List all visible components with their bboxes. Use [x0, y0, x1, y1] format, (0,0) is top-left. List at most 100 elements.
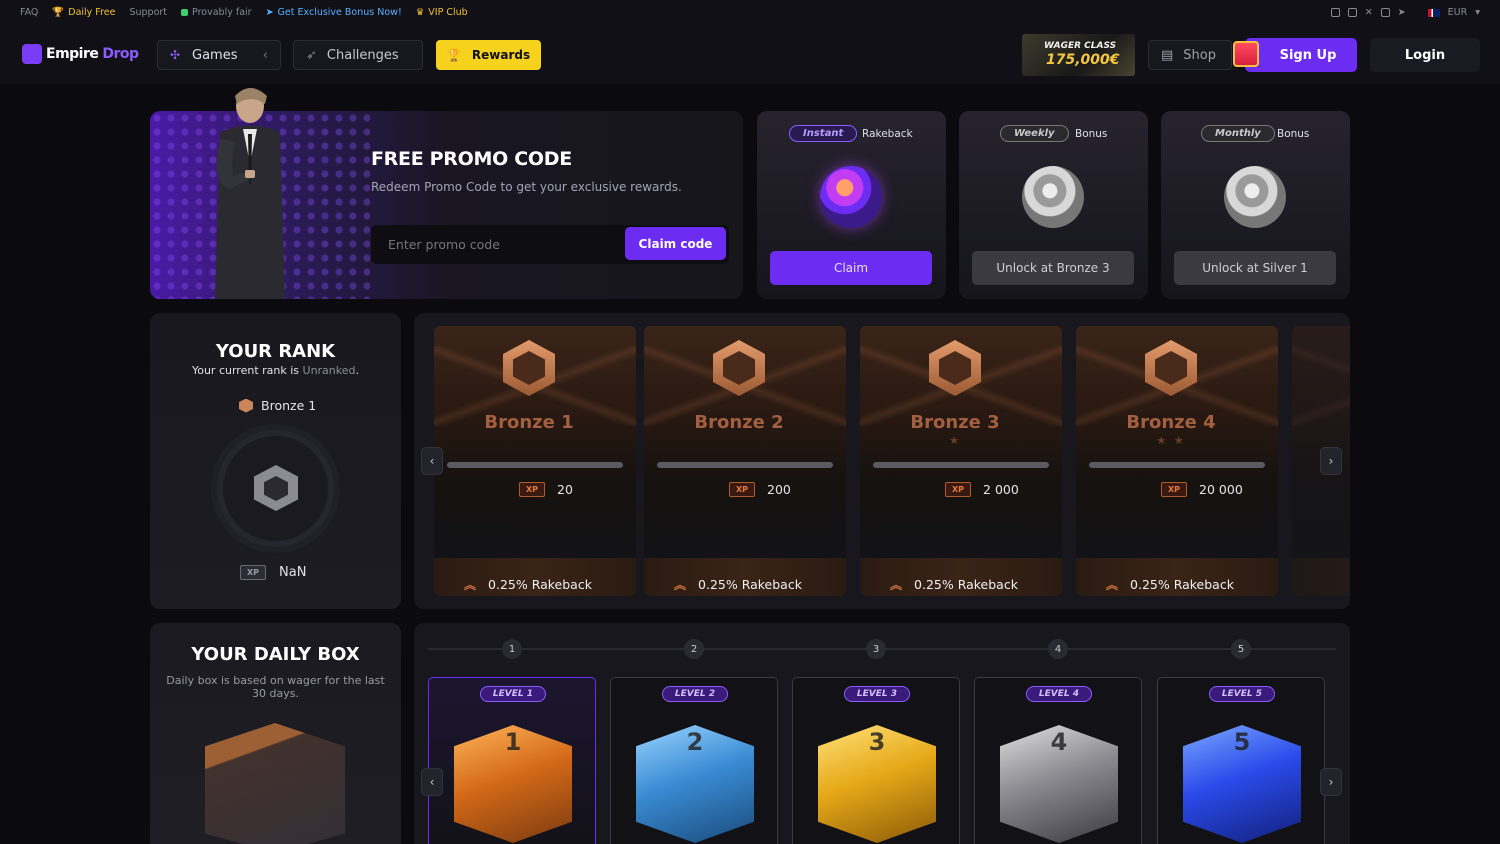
- level-box-card[interactable]: LEVEL 3 3: [792, 677, 960, 844]
- bonus-label: Get Exclusive Bonus Now!: [277, 7, 402, 18]
- level-pill: LEVEL 3: [844, 686, 910, 702]
- daily-free-link[interactable]: 🏆 Daily Free: [52, 7, 115, 18]
- level-step: 3: [866, 639, 886, 659]
- rank-name: Bronze 3: [910, 412, 1000, 433]
- chevrons-up-icon: ︽: [464, 578, 477, 592]
- currency-select[interactable]: EUR: [1448, 7, 1468, 18]
- games-button[interactable]: ✣ Games ‹: [157, 40, 281, 70]
- box-number: 4: [1050, 728, 1068, 756]
- rank-card: Bronze 4 ★ ★ XP 20 000 ︽ 0.25% Rakeback: [1076, 326, 1278, 596]
- unlock-weekly-button[interactable]: Unlock at Bronze 3: [972, 251, 1134, 285]
- xp-tag: XP: [240, 565, 267, 580]
- promo-subtitle: Redeem Promo Code to get your exclusive …: [371, 180, 682, 194]
- telegram-social-icon[interactable]: ➤: [1398, 7, 1406, 18]
- level-box-card[interactable]: LEVEL 4 4: [974, 677, 1142, 844]
- rank-title: YOUR RANK: [215, 341, 336, 362]
- rewards-button[interactable]: 🏆 Rewards: [436, 40, 541, 70]
- xp-tag: XP: [519, 482, 546, 497]
- level-step: 5: [1231, 639, 1251, 659]
- next-rank-label: Bronze 1: [261, 398, 317, 413]
- monthly-bonus-label: Bonus: [1277, 128, 1310, 140]
- login-button[interactable]: Login: [1370, 38, 1480, 72]
- games-label: Games: [192, 47, 238, 63]
- vip-club-link[interactable]: ♛ VIP Club: [416, 7, 468, 18]
- monthly-pill: Monthly: [1201, 125, 1275, 142]
- xp-tag: XP: [729, 482, 756, 497]
- faq-link[interactable]: FAQ: [20, 7, 38, 18]
- logo-text-drop: Drop: [102, 46, 139, 62]
- instagram-icon[interactable]: [1330, 8, 1340, 17]
- provably-fair-label: Provably fair: [192, 7, 252, 18]
- rakeback-row: ︽ 0.25% Rakeback: [1106, 576, 1234, 593]
- box-number: 2: [686, 728, 704, 756]
- levels-next-button[interactable]: ›: [1320, 768, 1342, 796]
- chevron-down-icon[interactable]: ▾: [1475, 7, 1480, 18]
- weekly-pill: Weekly: [1000, 125, 1069, 142]
- bonus-link[interactable]: ➤ Get Exclusive Bonus Now!: [266, 7, 402, 18]
- rakeback-value: 0.25% Rakeback: [1130, 577, 1234, 592]
- box-number: 1: [504, 728, 522, 756]
- wager-class-banner[interactable]: WAGER CLASS 175,000€: [1022, 34, 1135, 76]
- wager-amount: 175,000€: [1046, 52, 1120, 68]
- level-box-card[interactable]: LEVEL 2 2: [610, 677, 778, 844]
- silver-coin-icon: [1022, 166, 1084, 228]
- trophy-icon: 🏆: [52, 7, 65, 18]
- carousel-next-button[interactable]: ›: [1320, 447, 1342, 475]
- levels-prev-button[interactable]: ‹: [421, 768, 443, 796]
- x-icon[interactable]: ✕: [1365, 7, 1373, 18]
- claim-code-button[interactable]: Claim code: [625, 227, 726, 260]
- daily-box-cube-image: [205, 723, 345, 844]
- claim-rakeback-button[interactable]: Claim: [770, 251, 932, 285]
- support-link[interactable]: Support: [129, 7, 167, 18]
- rank-xp-row: XP 20 000: [1161, 482, 1243, 497]
- challenges-button[interactable]: ➶ Challenges: [293, 40, 423, 70]
- rocket-icon: ➶: [306, 47, 317, 63]
- silver-coin-icon: [1224, 166, 1286, 228]
- sign-up-label: Sign Up: [1279, 47, 1337, 63]
- weekly-bonus-card: Weekly Bonus Unlock at Bronze 3: [959, 111, 1148, 299]
- xp-value: NaN: [279, 565, 307, 580]
- crown-icon: ♛: [415, 7, 425, 18]
- gamepad-icon: ✣: [170, 48, 181, 62]
- uk-flag-icon: [1427, 8, 1440, 17]
- logo-text-empire: Empire: [46, 46, 99, 62]
- rank-card: Bronze 3 ★ XP 2 000 ︽ 0.25% Rakeback: [860, 326, 1062, 596]
- kick-icon[interactable]: [1347, 8, 1357, 17]
- sign-up-button[interactable]: Sign Up: [1233, 38, 1357, 72]
- level-box-card[interactable]: LEVEL 1 1: [428, 677, 596, 844]
- level-step: 4: [1048, 639, 1068, 659]
- unlock-monthly-button[interactable]: Unlock at Silver 1: [1174, 251, 1336, 285]
- rakeback-label: Rakeback: [862, 128, 913, 140]
- monthly-bonus-card: Monthly Bonus Unlock at Silver 1: [1161, 111, 1350, 299]
- provably-fair-link[interactable]: Provably fair: [181, 7, 252, 18]
- rakeback-value: 0.25% Rakeback: [914, 577, 1018, 592]
- level-pill: LEVEL 1: [480, 686, 546, 702]
- next-rank: Bronze 1: [239, 398, 316, 413]
- daily-box-levels: 1 2 3 4 5 LEVEL 1 1 LEVEL 2 2 LEVEL 3 3 …: [414, 623, 1350, 844]
- logo[interactable]: Empire Drop: [22, 44, 139, 64]
- level-pill: LEVEL 5: [1209, 686, 1275, 702]
- rank-name: Bronze 4: [1126, 412, 1216, 433]
- rakeback-value: 0.25% Rakeback: [488, 577, 592, 592]
- carousel-prev-button[interactable]: ‹: [421, 447, 443, 475]
- purple-coin-icon: [820, 166, 882, 228]
- youtube-icon[interactable]: [1380, 8, 1390, 17]
- rank-subtitle: Your current rank is Unranked.: [150, 364, 401, 377]
- logo-mark-icon: [22, 44, 42, 64]
- rank-stars: ★: [949, 434, 961, 447]
- rank-stars: ★ ★: [1156, 434, 1186, 447]
- xp-tag: XP: [1161, 482, 1188, 497]
- rank-xp-row: XP 200: [729, 482, 791, 497]
- store-icon: ▤: [1161, 47, 1174, 63]
- rank-xp-row: XP 20: [519, 482, 573, 497]
- rank-xp-value: 200: [767, 482, 791, 497]
- your-rank-panel: YOUR RANK Your current rank is Unranked.…: [150, 313, 401, 609]
- top-strip: FAQ 🏆 Daily Free Support Provably fair ➤ G…: [0, 0, 1500, 25]
- box-number: 5: [1233, 728, 1251, 756]
- rank-carousel: Bronze 1 XP 20 ︽ 0.25% Rakeback Bronze 2 X…: [414, 313, 1350, 609]
- rank-name: Bronze 1: [484, 412, 574, 433]
- chevron-left-icon: ‹: [262, 47, 268, 63]
- shop-button[interactable]: ▤ Shop: [1148, 40, 1232, 70]
- rank-xp-row: XP 2 000: [945, 482, 1019, 497]
- level-box-card[interactable]: LEVEL 5 5: [1157, 677, 1325, 844]
